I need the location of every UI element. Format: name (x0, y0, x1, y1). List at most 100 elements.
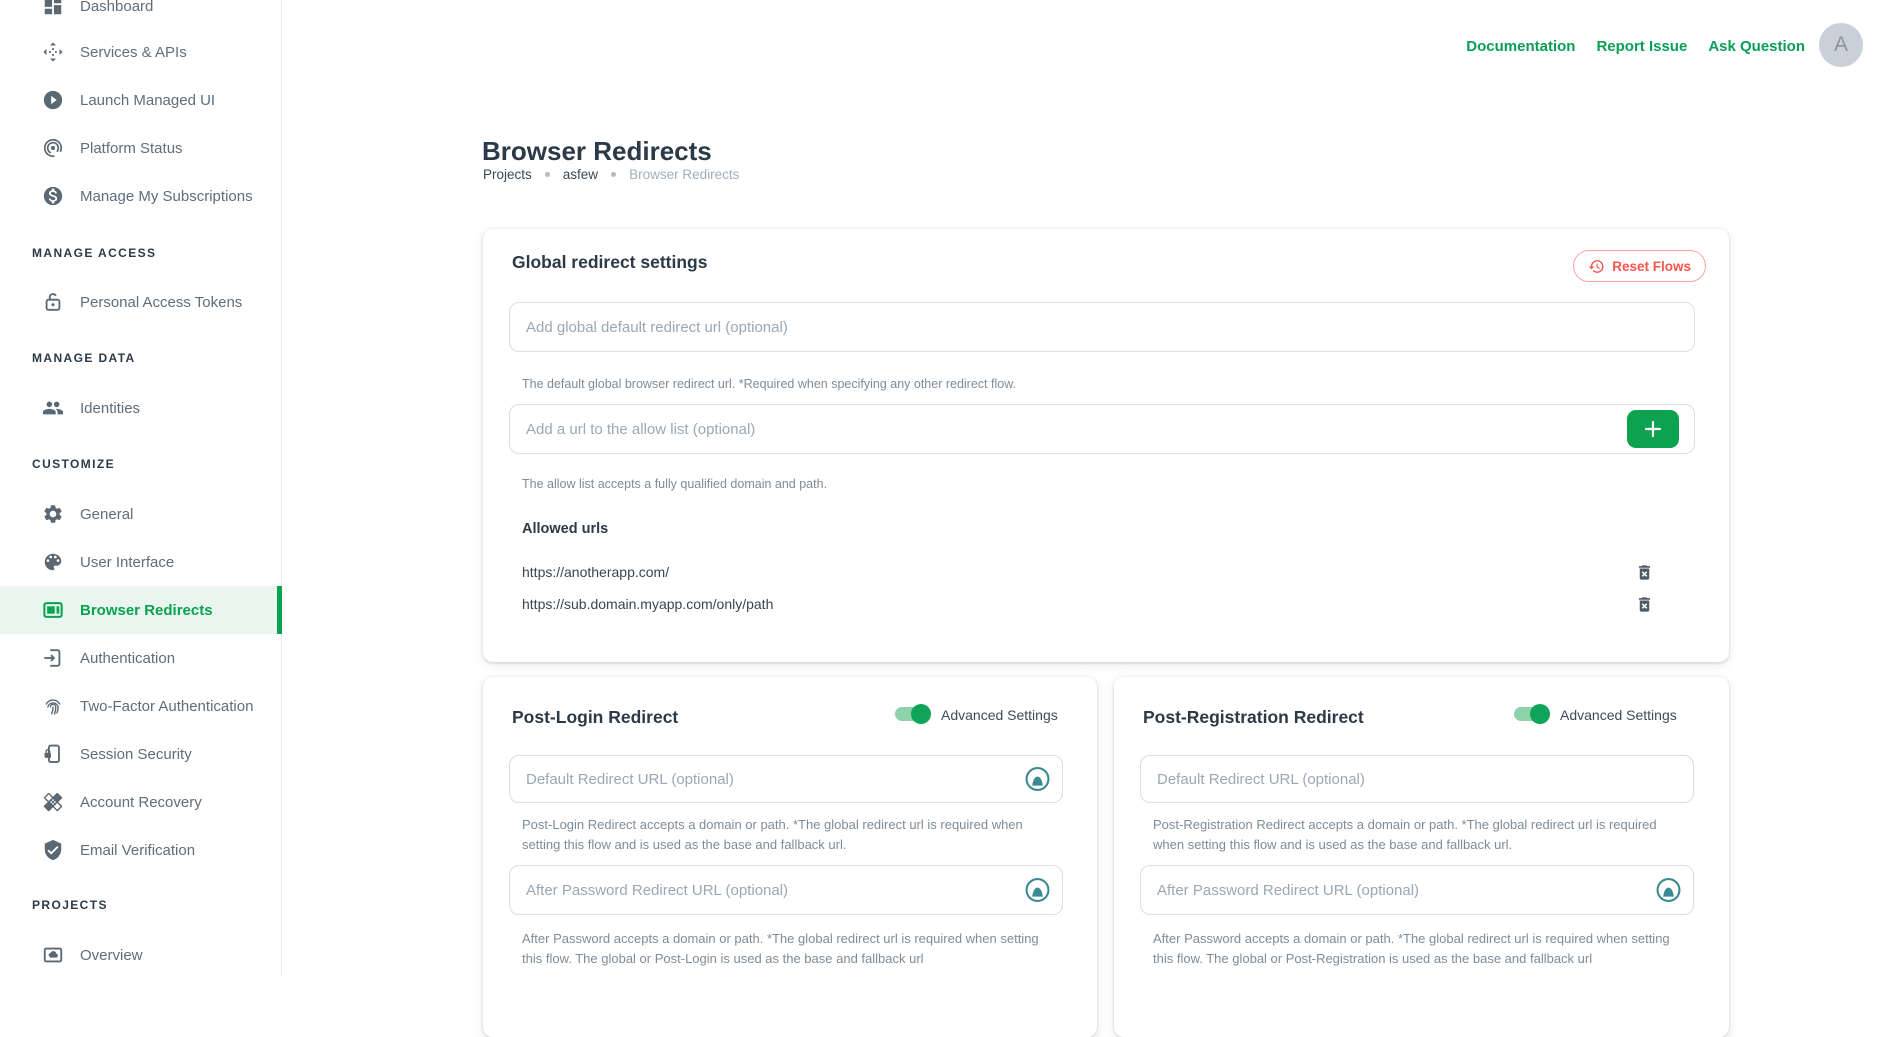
breadcrumb-current: Browser Redirects (629, 167, 739, 182)
sidebar-item-label: Personal Access Tokens (80, 294, 242, 311)
post-registration-default-help: Post-Registration Redirect accepts a dom… (1153, 815, 1678, 855)
sidebar-item-manage-subscriptions[interactable]: Manage My Subscriptions (0, 172, 282, 220)
sidebar-item-overview[interactable]: Overview (0, 931, 282, 979)
post-registration-default-url-input[interactable] (1140, 755, 1694, 803)
post-registration-after-password-help: After Password accepts a domain or path.… (1153, 929, 1678, 969)
sidebar-item-label: Dashboard (80, 0, 153, 15)
sidebar-item-label: Two-Factor Authentication (80, 698, 253, 715)
advanced-settings-label: Advanced Settings (941, 707, 1058, 723)
avatar-initial: A (1834, 33, 1848, 57)
global-default-url-help: The default global browser redirect url.… (522, 375, 1016, 394)
reset-flows-label: Reset Flows (1612, 259, 1691, 274)
card-title: Post-Login Redirect (512, 707, 678, 728)
breadcrumb: Projects asfew Browser Redirects (483, 167, 739, 182)
sidebar-item-dashboard[interactable]: Dashboard (0, 0, 282, 30)
sidebar-item-label: Email Verification (80, 842, 195, 859)
sidebar-item-label: Identities (80, 400, 140, 417)
allowed-url-text: https://anotherapp.com/ (522, 564, 1634, 580)
sidebar-item-label: Session Security (80, 746, 192, 763)
sidebar-item-user-interface[interactable]: User Interface (0, 538, 282, 586)
login-icon (42, 647, 64, 669)
after-password-field (1140, 865, 1694, 915)
sidebar-item-session-security[interactable]: Session Security (0, 730, 282, 778)
top-links: Documentation Report Issue Ask Question (1466, 38, 1805, 55)
ask-question-link[interactable]: Ask Question (1708, 38, 1805, 55)
page-title: Browser Redirects (482, 136, 712, 167)
allowed-urls-title: Allowed urls (522, 521, 608, 537)
breadcrumb-projects[interactable]: Projects (483, 167, 532, 182)
global-redirect-settings-card: Global redirect settings Reset Flows The… (483, 229, 1729, 662)
breadcrumb-separator (545, 172, 550, 177)
reset-flows-button[interactable]: Reset Flows (1573, 250, 1706, 282)
toggle-knob (911, 704, 931, 724)
sidebar-section-customize: CUSTOMIZE (0, 440, 282, 488)
breadcrumb-separator (611, 172, 616, 177)
sidebar-item-label: Launch Managed UI (80, 92, 215, 109)
allowed-url-text: https://sub.domain.myapp.com/only/path (522, 596, 1634, 612)
card-title: Post-Registration Redirect (1143, 707, 1364, 728)
sidebar-section-projects: PROJECTS (0, 881, 282, 929)
gear-icon (42, 503, 64, 525)
post-login-after-password-url-input[interactable] (509, 865, 1063, 915)
post-registration-after-password-url-input[interactable] (1140, 865, 1694, 915)
sidebar-item-label: Services & APIs (80, 44, 187, 61)
default-redirect-field (1140, 755, 1694, 803)
sidebar-section-manage-access: MANAGE ACCESS (0, 229, 282, 277)
allow-list-url-input[interactable] (509, 404, 1695, 454)
report-issue-link[interactable]: Report Issue (1596, 38, 1687, 55)
avatar[interactable]: A (1819, 23, 1863, 67)
allow-list-help: The allow list accepts a fully qualified… (522, 475, 827, 494)
sidebar-item-two-factor[interactable]: Two-Factor Authentication (0, 682, 282, 730)
fingerprint-icon (42, 695, 64, 717)
sidebar-section-manage-data: MANAGE DATA (0, 334, 282, 382)
section-label: CUSTOMIZE (32, 457, 115, 471)
sidebar-item-general[interactable]: General (0, 490, 282, 538)
sidebar-item-services-apis[interactable]: Services & APIs (0, 28, 282, 76)
post-registration-redirect-card: Post-Registration Redirect Advanced Sett… (1114, 677, 1729, 1037)
sidebar-item-launch-managed-ui[interactable]: Launch Managed UI (0, 76, 282, 124)
card-title: Global redirect settings (512, 252, 707, 273)
add-allow-url-button[interactable] (1627, 410, 1679, 448)
toggle-knob (1530, 704, 1550, 724)
advanced-settings-toggle[interactable] (893, 704, 931, 724)
cloud-panel-icon (42, 944, 64, 966)
global-default-redirect-url-input[interactable] (509, 302, 1695, 352)
platform-status-icon (42, 137, 64, 159)
sidebar-item-account-recovery[interactable]: Account Recovery (0, 778, 282, 826)
trash-icon (1635, 562, 1654, 583)
lock-open-icon (42, 291, 64, 313)
sidebar-item-browser-redirects[interactable]: Browser Redirects (0, 586, 282, 634)
allowed-url-row: https://sub.domain.myapp.com/only/path (522, 589, 1690, 619)
palette-icon (42, 551, 64, 573)
section-label: MANAGE DATA (32, 351, 136, 365)
sidebar: Dashboard Services & APIs Launch Managed… (0, 0, 282, 975)
sidebar-item-identities[interactable]: Identities (0, 384, 282, 432)
allowed-url-row: https://anotherapp.com/ (522, 557, 1690, 587)
sidebar-item-platform-status[interactable]: Platform Status (0, 124, 282, 172)
section-label: PROJECTS (32, 898, 108, 912)
bandage-icon (42, 791, 64, 813)
sidebar-item-authentication[interactable]: Authentication (0, 634, 282, 682)
sidebar-item-email-verification[interactable]: Email Verification (0, 826, 282, 874)
default-redirect-field (509, 755, 1063, 803)
sidebar-item-label: Authentication (80, 650, 175, 667)
section-label: MANAGE ACCESS (32, 246, 156, 260)
advanced-settings-toggle[interactable] (1512, 704, 1550, 724)
advanced-settings-label: Advanced Settings (1560, 707, 1677, 723)
trash-icon (1635, 594, 1654, 615)
plus-icon (1643, 419, 1663, 439)
play-circle-icon (42, 89, 64, 111)
arch-badge-icon (1025, 767, 1050, 792)
post-login-after-password-help: After Password accepts a domain or path.… (522, 929, 1047, 969)
dashboard-icon (42, 0, 64, 17)
sidebar-item-label: Platform Status (80, 140, 183, 157)
sidebar-item-personal-access-tokens[interactable]: Personal Access Tokens (0, 278, 282, 326)
delete-url-button[interactable] (1634, 561, 1654, 583)
breadcrumb-project-name[interactable]: asfew (563, 167, 598, 182)
documentation-link[interactable]: Documentation (1466, 38, 1575, 55)
phone-lock-icon (42, 743, 64, 765)
services-apis-icon (42, 41, 64, 63)
post-login-default-url-input[interactable] (509, 755, 1063, 803)
delete-url-button[interactable] (1634, 593, 1654, 615)
sidebar-item-label: Account Recovery (80, 794, 202, 811)
